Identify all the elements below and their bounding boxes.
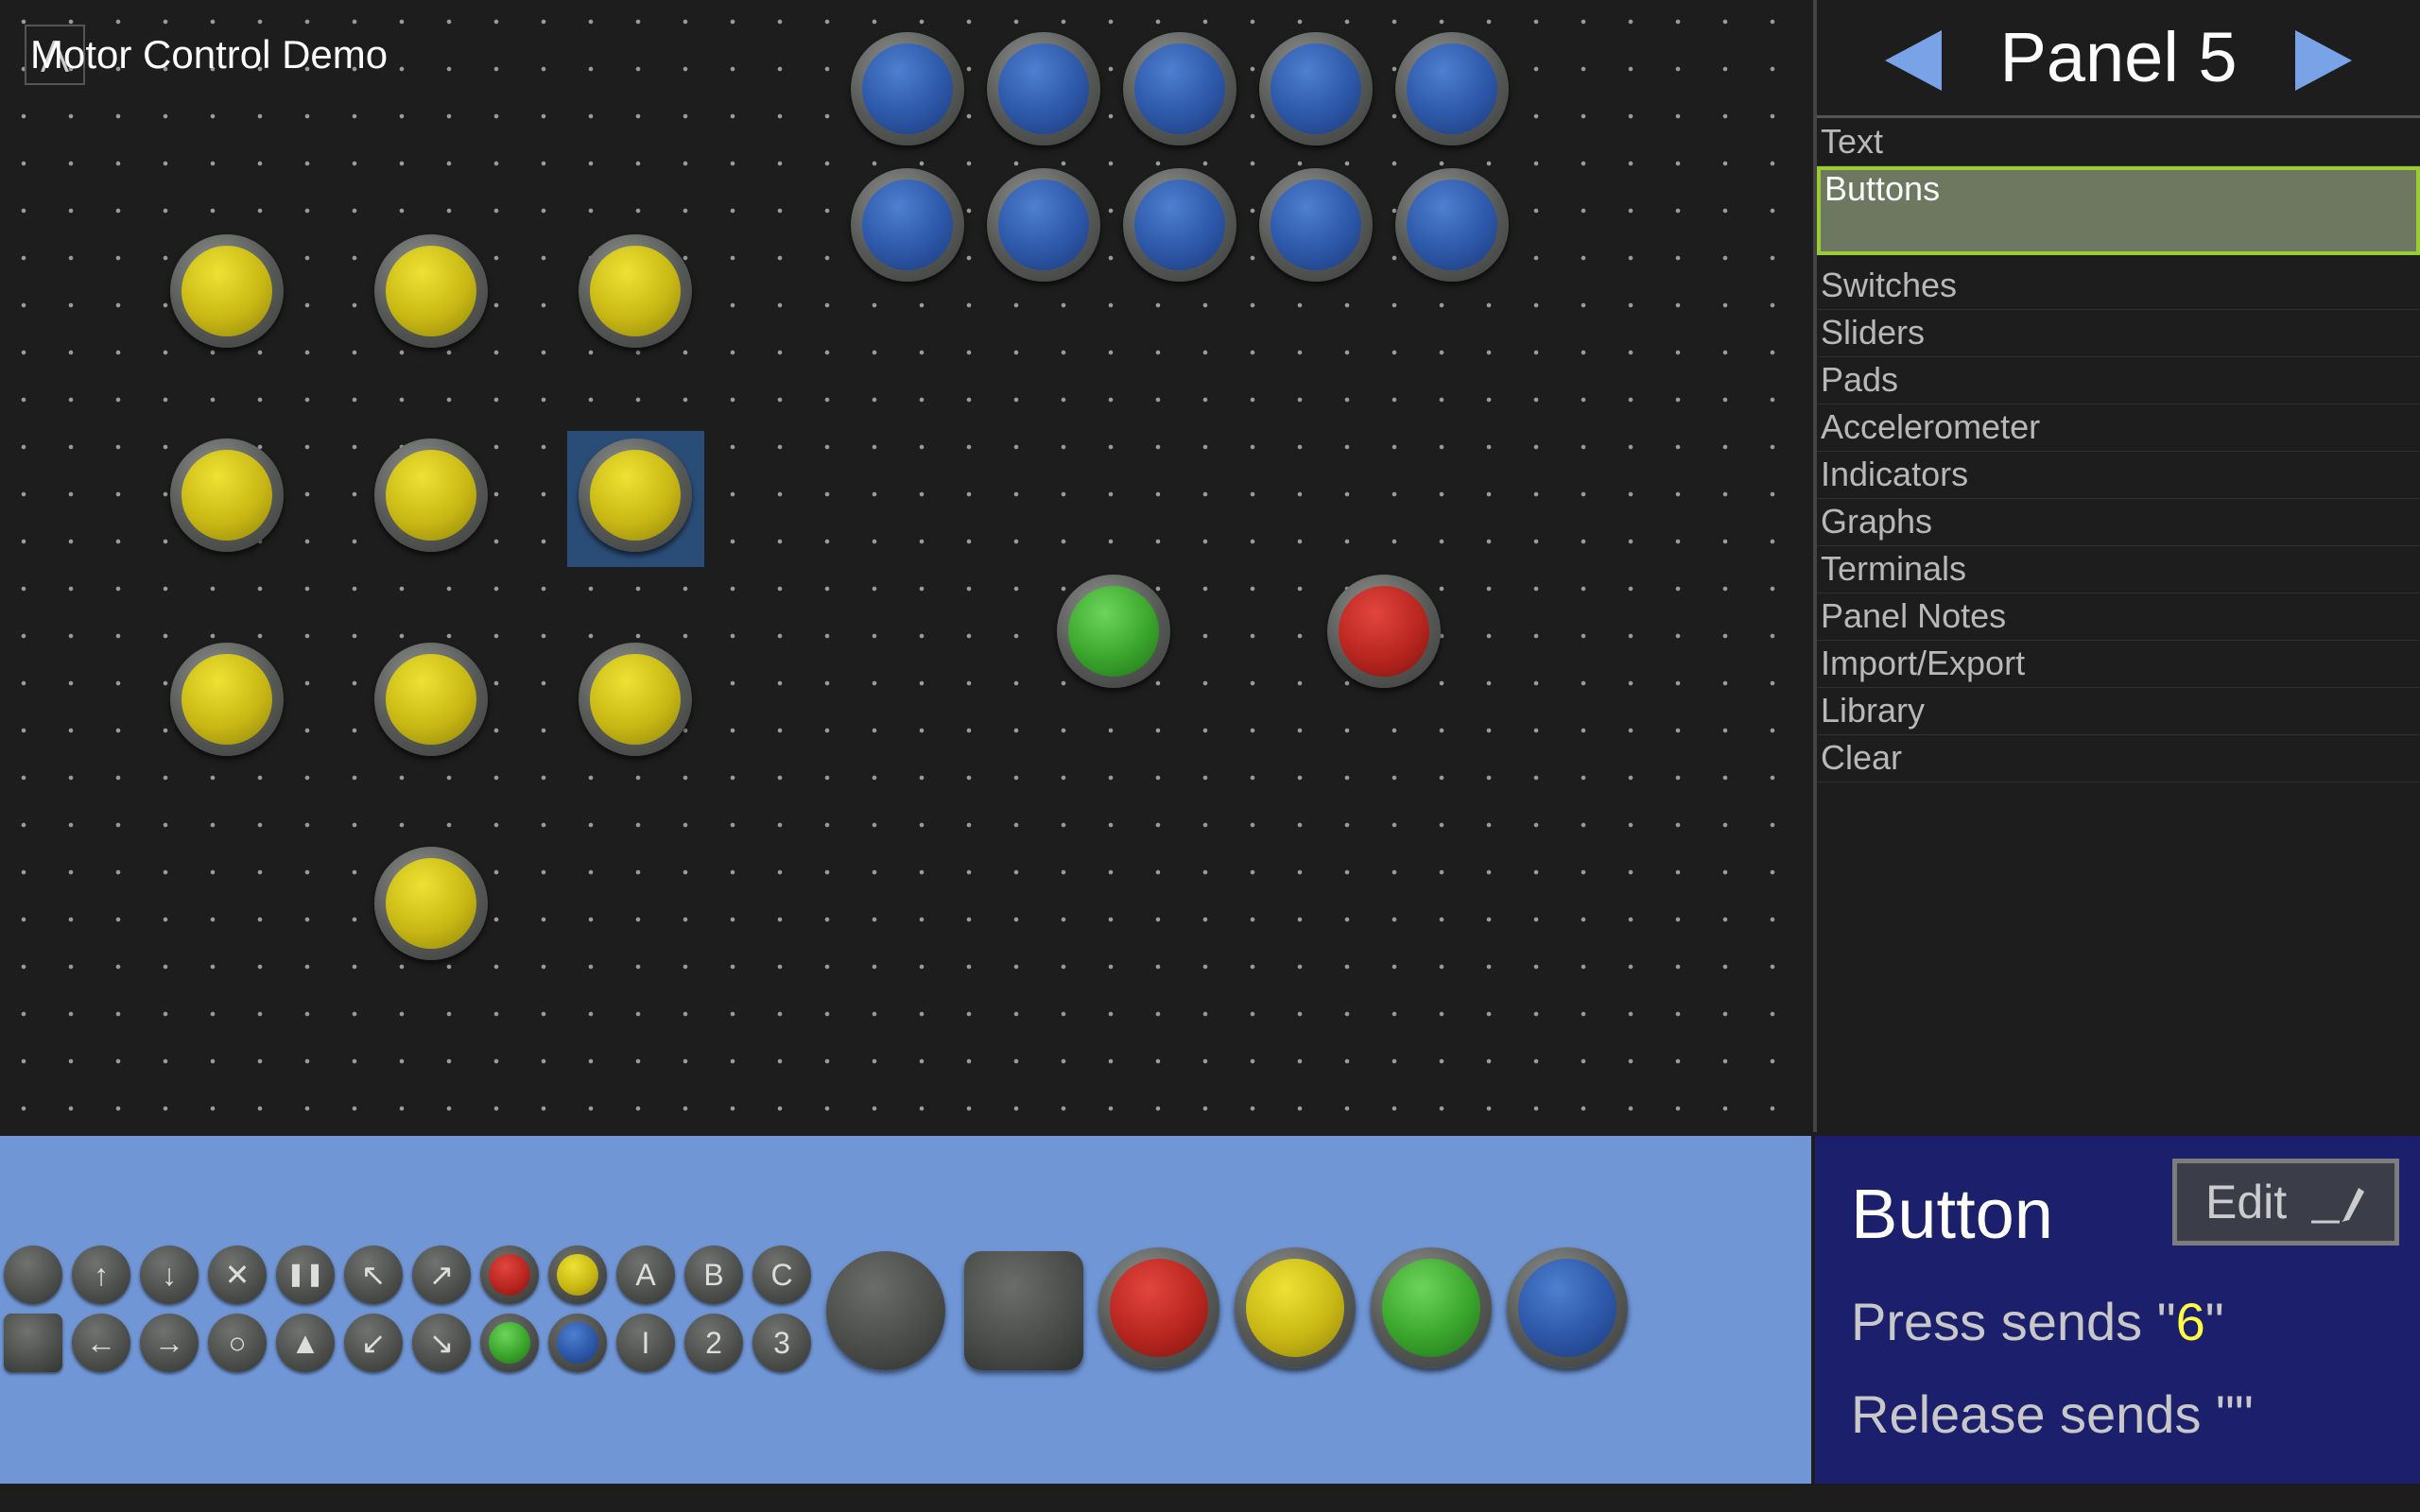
palette-number-2-button[interactable]: 2 [684, 1314, 743, 1372]
bottom-strip [0, 1484, 2420, 1512]
palette-red-button[interactable] [480, 1246, 539, 1304]
yellow-button[interactable] [374, 643, 488, 756]
palette-triangle-icon[interactable]: ▲ [276, 1314, 335, 1372]
palette-green-button[interactable] [480, 1314, 539, 1372]
red-button[interactable] [1327, 575, 1441, 688]
green-button[interactable] [1057, 575, 1170, 688]
palette-square-button[interactable] [4, 1314, 62, 1372]
palette-arrow-up-icon[interactable]: ↑ [72, 1246, 130, 1304]
palette-arrow-down-right-icon[interactable]: ↘ [412, 1314, 471, 1372]
menu-item-clear[interactable]: Clear [1817, 735, 2420, 782]
menu-item-buttons[interactable]: Buttons [1817, 166, 2420, 255]
menu-item-indicators[interactable]: Indicators [1817, 452, 2420, 499]
blue-button[interactable] [987, 168, 1100, 282]
menu-item-sliders[interactable]: Sliders [1817, 310, 2420, 357]
blue-button[interactable] [1123, 32, 1236, 146]
menu-item-pads[interactable]: Pads [1817, 357, 2420, 404]
menu-item-accelerometer[interactable]: Accelerometer [1817, 404, 2420, 452]
blue-button[interactable] [1259, 168, 1373, 282]
edit-button-label: Edit [2205, 1176, 2288, 1228]
menu-item-panel-notes[interactable]: Panel Notes [1817, 593, 2420, 641]
menu-item-library[interactable]: Library [1817, 688, 2420, 735]
palette-arrow-down-left-icon[interactable]: ↙ [344, 1314, 403, 1372]
app-title: Motor Control Demo [30, 32, 389, 77]
panel-header: Panel 5 [1817, 0, 2420, 118]
palette-arrow-right-icon[interactable]: → [140, 1314, 199, 1372]
yellow-button[interactable] [170, 438, 284, 552]
menu-item-terminals[interactable]: Terminals [1817, 546, 2420, 593]
side-panel: Panel 5 Text Buttons Switches Sliders Pa… [1813, 0, 2420, 1132]
blue-button[interactable] [851, 168, 964, 282]
control-type-menu: Text Buttons Switches Sliders Pads Accel… [1817, 119, 2420, 782]
panel-canvas[interactable]: ⋀ Motor Control Demo [0, 0, 1813, 1132]
menu-item-switches[interactable]: Switches [1817, 263, 2420, 310]
palette-large-red-button[interactable] [1098, 1247, 1219, 1368]
yellow-button[interactable] [374, 847, 488, 960]
press-sends-value: Press sends "6" [1851, 1292, 2224, 1351]
control-info-panel: Button Edit Press sends "6" Release send… [1815, 1136, 2420, 1484]
palette-arrow-down-icon[interactable]: ↓ [140, 1246, 199, 1304]
blue-button[interactable] [1395, 168, 1509, 282]
palette-letter-a-button[interactable]: A [616, 1246, 675, 1304]
palette-number-3-button[interactable]: 3 [752, 1314, 811, 1372]
blue-button[interactable] [987, 32, 1100, 146]
yellow-button[interactable] [579, 643, 692, 756]
palette-arrow-up-right-icon[interactable]: ↗ [412, 1246, 471, 1304]
yellow-button[interactable] [579, 234, 692, 348]
palette-circle-icon[interactable]: ○ [208, 1314, 267, 1372]
yellow-button[interactable] [374, 438, 488, 552]
blue-button[interactable] [1395, 32, 1509, 146]
button-palette: ↑ ↓ ✕ ❚❚ ↖ ↗ A B C ← → ○ ▲ ↙ ↘ I 2 3 [0, 1136, 1811, 1484]
blue-button[interactable] [1123, 168, 1236, 282]
palette-large-blue-button[interactable] [1507, 1247, 1628, 1368]
palette-large-square-button[interactable] [964, 1251, 1083, 1370]
next-panel-arrow-icon[interactable] [2295, 30, 2352, 91]
menu-item-text[interactable]: Text [1817, 119, 2420, 166]
yellow-button[interactable] [170, 643, 284, 756]
palette-plain-button[interactable] [4, 1246, 62, 1304]
control-type-title: Button [1851, 1175, 2053, 1253]
release-sends-value: Release sends "" [1851, 1384, 2254, 1444]
yellow-button[interactable] [374, 234, 488, 348]
yellow-button[interactable] [170, 234, 284, 348]
palette-number-1-button[interactable]: I [616, 1314, 675, 1372]
palette-letter-b-button[interactable]: B [684, 1246, 743, 1304]
palette-pause-icon[interactable]: ❚❚ [276, 1246, 335, 1304]
palette-letter-c-button[interactable]: C [752, 1246, 811, 1304]
menu-item-import-export[interactable]: Import/Export [1817, 641, 2420, 688]
edit-button[interactable]: Edit [2172, 1159, 2399, 1246]
palette-large-yellow-button[interactable] [1235, 1247, 1356, 1368]
palette-arrow-up-left-icon[interactable]: ↖ [344, 1246, 403, 1304]
palette-arrow-left-icon[interactable]: ← [72, 1314, 130, 1372]
yellow-button-selected[interactable] [579, 438, 692, 552]
palette-cross-icon[interactable]: ✕ [208, 1246, 267, 1304]
palette-blue-button[interactable] [548, 1314, 607, 1372]
pencil-icon [2311, 1188, 2364, 1224]
blue-button[interactable] [851, 32, 964, 146]
menu-item-graphs[interactable]: Graphs [1817, 499, 2420, 546]
blue-button[interactable] [1259, 32, 1373, 146]
palette-large-green-button[interactable] [1371, 1247, 1492, 1368]
palette-large-round-button[interactable] [826, 1251, 945, 1370]
palette-yellow-button[interactable] [548, 1246, 607, 1304]
